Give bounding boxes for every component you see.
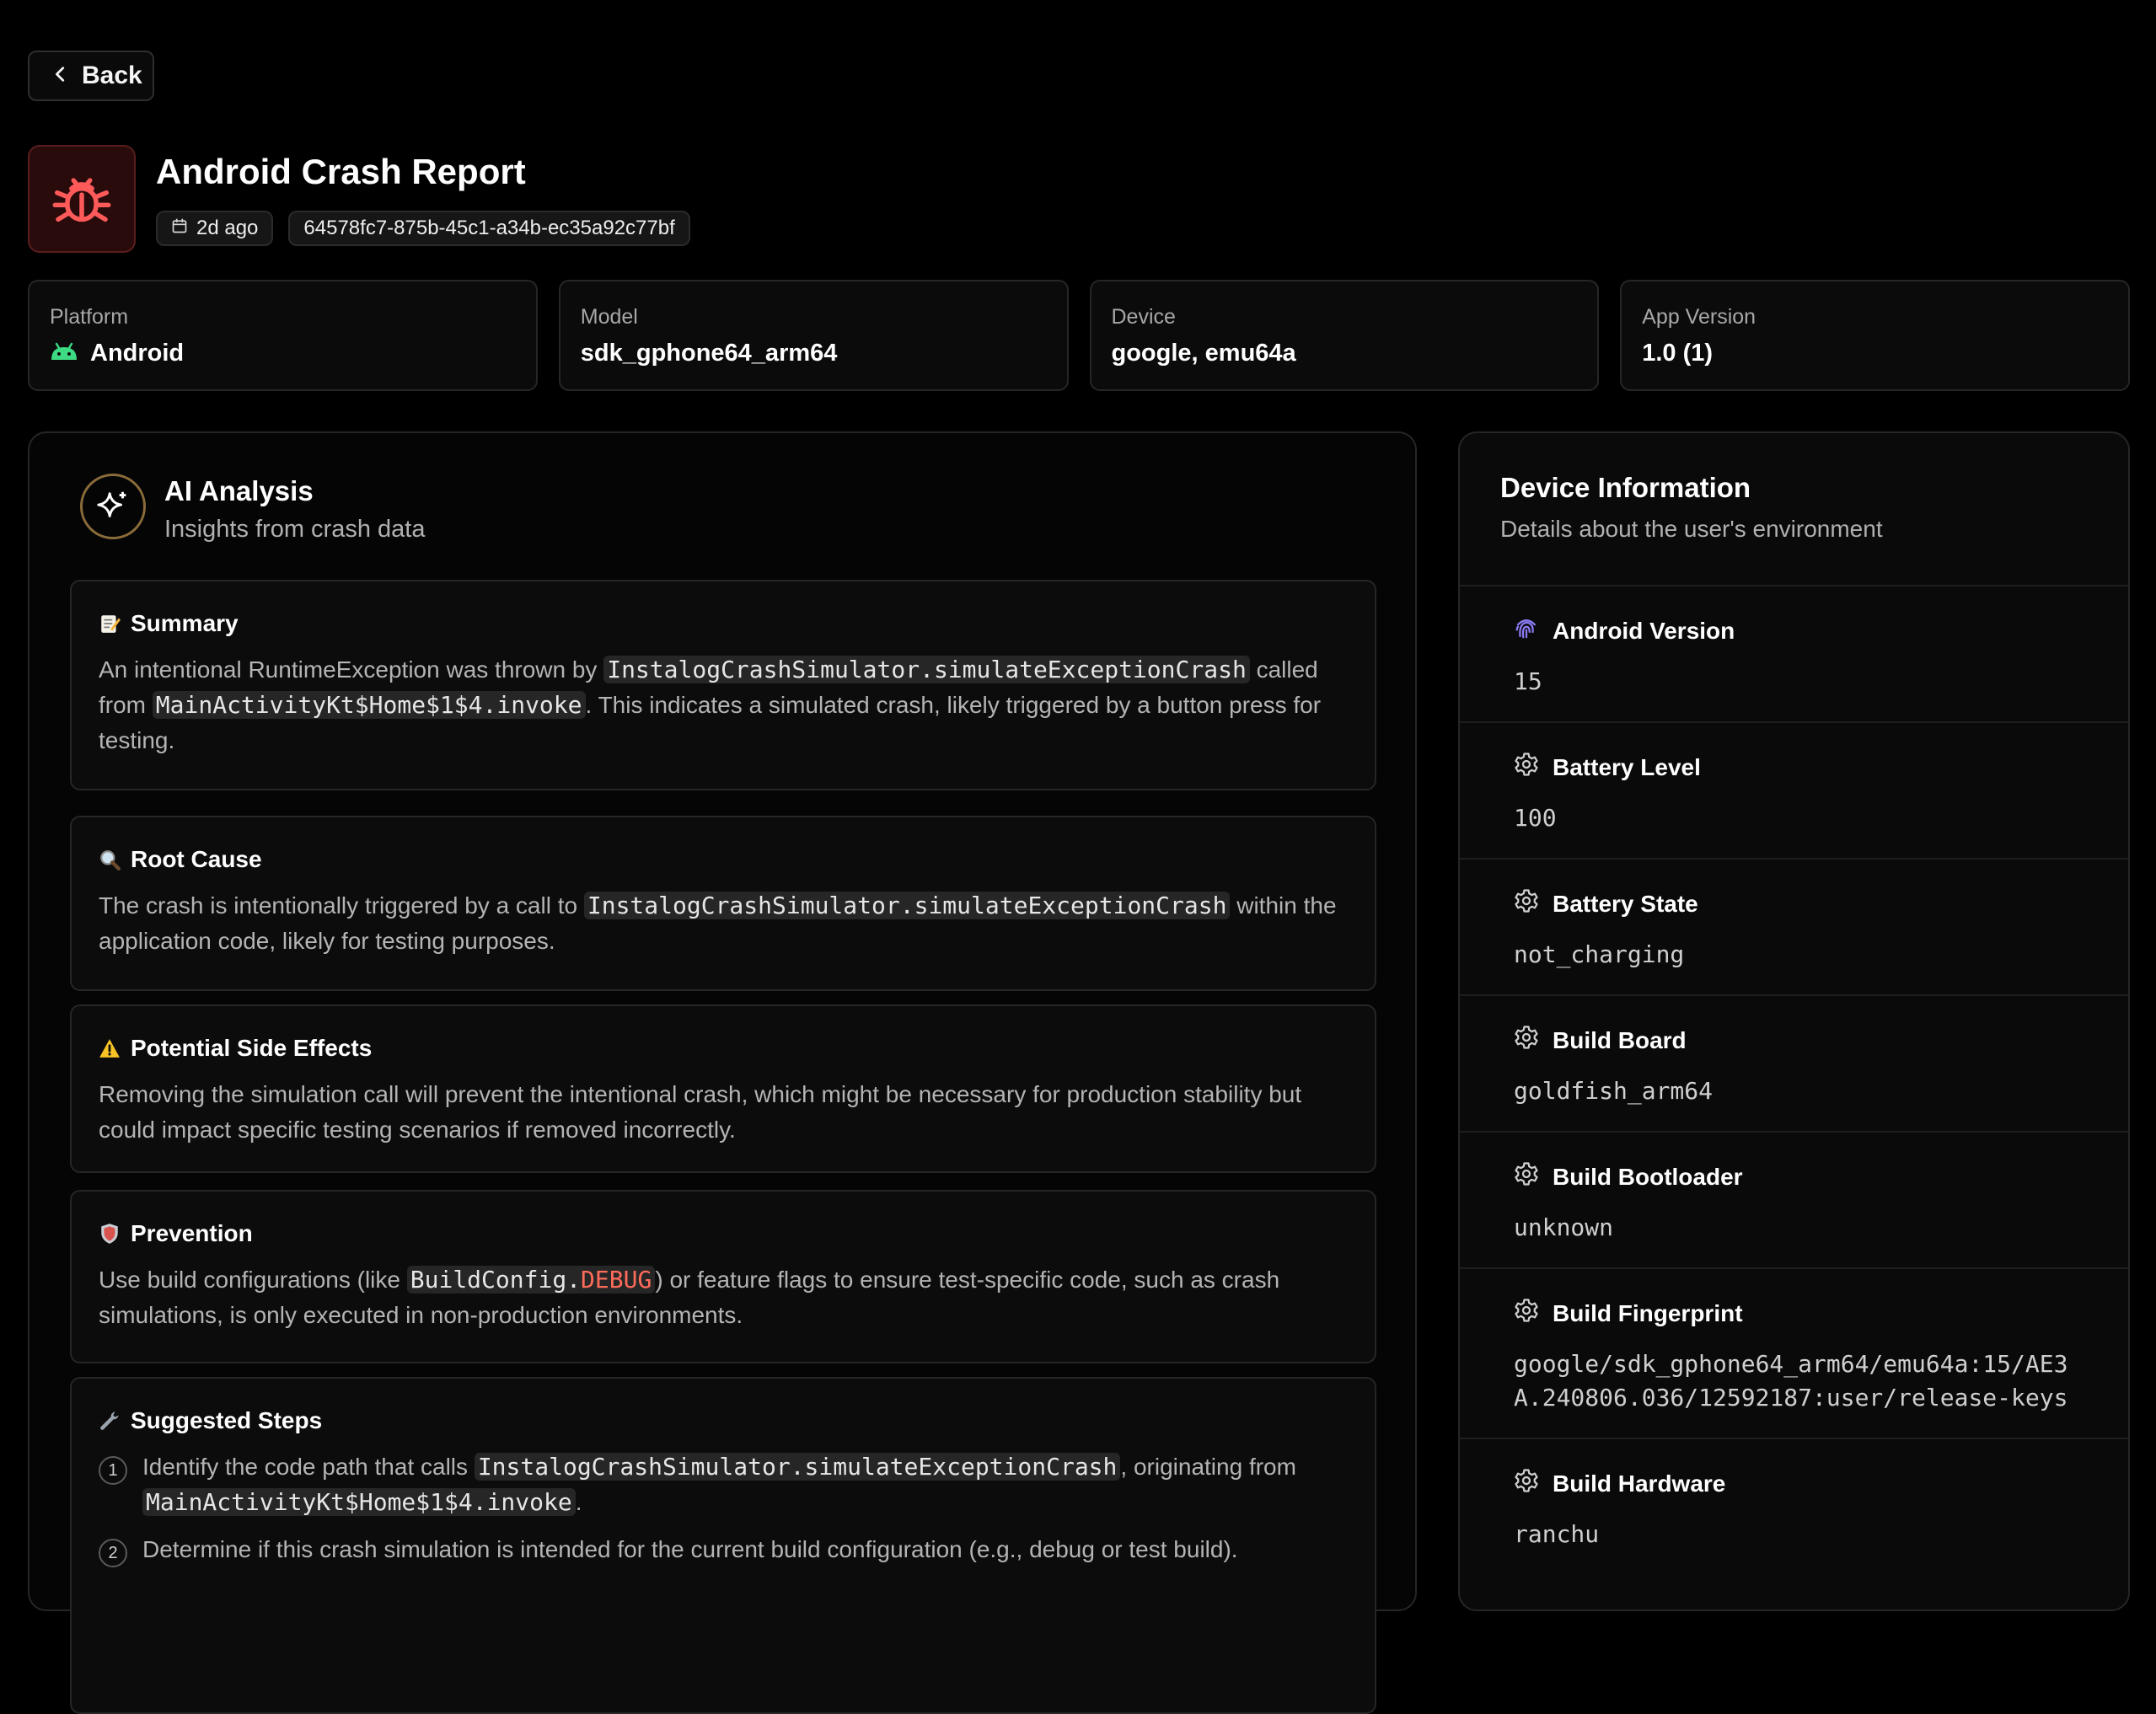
model-value: sdk_gphone64_arm64 — [580, 340, 838, 367]
calendar-icon — [171, 217, 188, 240]
report-id-text: 64578fc7-875b-45c1-a34b-ec35a92c77bf — [303, 217, 675, 239]
report-id-badge[interactable]: 64578fc7-875b-45c1-a34b-ec35a92c77bf — [288, 211, 690, 246]
side-effects-title: Potential Side Effects — [131, 1035, 373, 1061]
memo-icon — [99, 613, 121, 635]
root-cause-text: The crash is intentionally triggered by … — [99, 892, 1337, 954]
device-info-build-board: Build Board goldfish_arm64 — [1460, 996, 2128, 1133]
device-info-value: not_charging — [1514, 940, 1685, 968]
device-info-label: Android Version — [1553, 617, 1735, 644]
device-information-subtitle: Details about the user's environment — [1500, 516, 1883, 542]
code-snippet: MainActivityKt$Home$1$4.invoke — [142, 1488, 576, 1516]
prevention-text: Use build configurations (like BuildConf… — [99, 1266, 1280, 1328]
prevention-card: Prevention Use build configurations (lik… — [70, 1190, 1376, 1363]
step-number: 1 — [99, 1456, 127, 1485]
device-info-value: 15 — [1514, 667, 1542, 695]
suggested-steps-title: Suggested Steps — [131, 1407, 323, 1433]
back-label: Back — [82, 62, 142, 89]
wrench-icon — [99, 1410, 121, 1432]
side-effects-text: Removing the simulation call will preven… — [99, 1081, 1302, 1143]
summary-text: An intentional RuntimeException was thro… — [99, 656, 1322, 753]
gear-icon — [1514, 888, 1539, 919]
device-value: google, emu64a — [1111, 340, 1296, 367]
device-info-battery-state: Battery State not_charging — [1460, 860, 2128, 996]
side-effects-card: Potential Side Effects Removing the simu… — [70, 1004, 1376, 1173]
suggested-steps-card: Suggested Steps 1 Identify the code path… — [70, 1377, 1376, 1714]
app-version-value: 1.0 (1) — [1642, 340, 1714, 367]
device-label: Device — [1111, 305, 1176, 329]
device-info-value: ranchu — [1514, 1520, 1600, 1548]
date-text: 2d ago — [196, 217, 259, 239]
code-snippet: InstalogCrashSimulator.simulateException… — [474, 1453, 1121, 1481]
chevron-left-icon — [51, 62, 70, 90]
sparkles-icon — [80, 474, 146, 539]
device-info-label: Build Board — [1553, 1026, 1687, 1053]
ai-analysis-title: AI Analysis — [164, 475, 314, 506]
warning-icon — [99, 1037, 121, 1059]
code-snippet: BuildConfig.DEBUG — [406, 1266, 656, 1294]
device-info-battery-level: Battery Level 100 — [1460, 723, 2128, 860]
device-info-value: 100 — [1514, 804, 1557, 832]
app-version-label: App Version — [1642, 305, 1756, 329]
magnifier-icon — [99, 849, 121, 870]
code-snippet: MainActivityKt$Home$1$4.invoke — [152, 691, 586, 719]
device-info-build-bootloader: Build Bootloader unknown — [1460, 1133, 2128, 1269]
prevention-title: Prevention — [131, 1220, 253, 1246]
back-button[interactable]: Back — [28, 51, 154, 101]
page-title: Android Crash Report — [156, 152, 526, 191]
gear-icon — [1514, 1161, 1539, 1192]
report-meta: 2d ago 64578fc7-875b-45c1-a34b-ec35a92c7… — [156, 211, 690, 246]
code-snippet: InstalogCrashSimulator.simulateException… — [583, 892, 1231, 919]
device-info-build-fingerprint: Build Fingerprint google/sdk_gphone64_ar… — [1460, 1269, 2128, 1439]
device-info-value: goldfish_arm64 — [1514, 1077, 1714, 1105]
gear-icon — [1514, 1025, 1539, 1056]
list-item: 1 Identify the code path that calls Inst… — [99, 1449, 1348, 1520]
step-number: 2 — [99, 1539, 127, 1567]
ai-analysis-panel: AI Analysis Insights from crash data Sum… — [28, 431, 1417, 1714]
gear-icon — [1514, 752, 1539, 783]
platform-card: Platform Android — [28, 280, 538, 391]
date-badge: 2d ago — [156, 211, 274, 246]
gear-icon — [1514, 1298, 1539, 1329]
fingerprint-icon — [1514, 615, 1539, 646]
shield-icon — [99, 1223, 121, 1245]
device-information-title: Device Information — [1500, 472, 1751, 503]
model-label: Model — [580, 305, 638, 329]
summary-card: Summary An intentional RuntimeException … — [70, 580, 1376, 790]
device-info-label: Battery Level — [1553, 753, 1701, 780]
summary-title: Summary — [131, 610, 239, 636]
device-information-panel: Device Information Details about the use… — [1458, 431, 2130, 1611]
app-version-card: App Version 1.0 (1) — [1620, 280, 2130, 391]
crash-report-page: Back Android Crash Report 2d ago 64578fc… — [0, 0, 2156, 1714]
ai-analysis-subtitle: Insights from crash data — [164, 516, 426, 543]
summary-stats: Platform Android Model sdk_gphone64_arm6… — [28, 280, 2130, 391]
device-card: Device google, emu64a — [1089, 280, 1600, 391]
gear-icon — [1514, 1468, 1539, 1499]
root-cause-card: Root Cause The crash is intentionally tr… — [70, 816, 1376, 991]
model-card: Model sdk_gphone64_arm64 — [558, 280, 1069, 391]
platform-value: Android — [90, 340, 185, 367]
platform-label: Platform — [50, 305, 129, 329]
device-info-label: Build Bootloader — [1553, 1163, 1743, 1190]
device-info-label: Build Hardware — [1553, 1470, 1726, 1497]
device-info-value: unknown — [1514, 1213, 1614, 1241]
list-item: 2 Determine if this crash simulation is … — [99, 1532, 1348, 1567]
step-text: Identify the code path that calls Instal… — [142, 1453, 1296, 1516]
device-info-label: Battery State — [1553, 890, 1698, 917]
code-snippet: InstalogCrashSimulator.simulateException… — [603, 656, 1250, 683]
device-info-label: Build Fingerprint — [1553, 1299, 1743, 1326]
bug-icon — [28, 145, 136, 253]
device-info-value: google/sdk_gphone64_arm64/emu64a:15/AE3A… — [1514, 1350, 2068, 1411]
device-info-build-hardware: Build Hardware ranchu — [1460, 1439, 2128, 1576]
root-cause-title: Root Cause — [131, 846, 262, 872]
device-info-android-version: Android Version 15 — [1460, 587, 2128, 723]
android-icon — [50, 340, 78, 367]
step-text: Determine if this crash simulation is in… — [142, 1536, 1238, 1562]
